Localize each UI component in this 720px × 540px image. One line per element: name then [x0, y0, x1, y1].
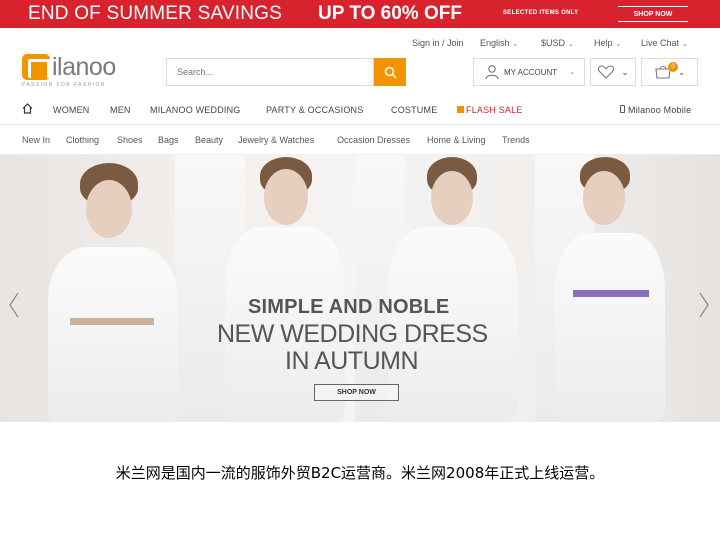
nav-item-party-occasions[interactable]: PARTY & OCCASIONS [266, 105, 363, 115]
nav-item-mobile[interactable]: Milanoo Mobile [620, 105, 691, 115]
signin-label: Sign in / Join [412, 38, 464, 48]
hero-subheadline-2: IN AUTUMN [285, 347, 419, 375]
home-icon [22, 103, 33, 114]
search-icon [384, 66, 397, 79]
logo-wordmark: ilanoo [52, 53, 116, 81]
chevron-down-icon: ⌄ [512, 41, 519, 48]
nav-divider [0, 124, 720, 125]
chevron-down-icon: ⌄ [568, 41, 574, 48]
gift-icon [457, 106, 464, 113]
chevron-left-icon [9, 292, 19, 318]
subnav-item-new-in[interactable]: New In [22, 135, 50, 145]
subnav-item-shoes[interactable]: Shoes [117, 135, 143, 145]
search-input[interactable] [166, 58, 374, 86]
cart-count-badge: 0 [668, 62, 678, 72]
chevron-down-icon: ⌄ [569, 69, 576, 76]
currency-select[interactable]: $USD ⌄ [541, 38, 574, 48]
promo-banner[interactable]: END OF SUMMER SAVINGS UP TO 60% OFF SELE… [0, 0, 720, 28]
search-button[interactable] [374, 58, 406, 86]
mobile-label: Milanoo Mobile [628, 105, 692, 115]
subnav-item-occasion-dresses[interactable]: Occasion Dresses [337, 135, 410, 145]
my-account-button[interactable]: MY ACCOUNT ⌄ [473, 58, 585, 86]
currency-label: $USD [541, 38, 566, 48]
live-chat-menu[interactable]: Live Chat ⌄ [641, 38, 688, 48]
language-label: English [480, 38, 510, 48]
chevron-down-icon: ⌄ [621, 66, 629, 77]
chevron-down-icon: ⌄ [615, 41, 622, 48]
nav-item-milanoo-wedding[interactable]: MILANOO WEDDING [150, 105, 241, 115]
language-select[interactable]: English ⌄ [480, 38, 518, 48]
subnav-item-home-living[interactable]: Home & Living [427, 135, 486, 145]
live-chat-label: Live Chat [641, 38, 680, 48]
hero-headline: SIMPLE AND NOBLE [248, 296, 450, 318]
promo-offer: UP TO 60% OFF [318, 3, 462, 24]
wishlist-button[interactable]: ⌄ [590, 58, 636, 86]
hero-subheadline: NEW WEDDING DRESS [217, 320, 488, 348]
nav-item-costume[interactable]: COSTUME [391, 105, 437, 115]
promo-shop-now-button[interactable]: SHOP NOW [618, 6, 688, 22]
nav-item-men[interactable]: MEN [110, 105, 131, 115]
help-menu[interactable]: Help ⌄ [594, 38, 621, 48]
carousel-prev-button[interactable] [6, 290, 22, 320]
user-icon [485, 65, 499, 80]
mobile-icon [620, 105, 625, 113]
subnav-item-jewelry-watches[interactable]: Jewelry & Watches [238, 135, 314, 145]
my-account-label: MY ACCOUNT [504, 67, 558, 77]
subnav-item-beauty[interactable]: Beauty [195, 135, 223, 145]
chevron-right-icon [699, 292, 709, 318]
promo-headline: END OF SUMMER SAVINGS [28, 3, 283, 24]
subnav-item-trends[interactable]: Trends [502, 135, 530, 145]
promo-note: SELECTED ITEMS ONLY [503, 10, 579, 16]
carousel-next-button[interactable] [696, 290, 712, 320]
caption-text: 米兰网是国内一流的服饰外贸B2C运营商。米兰网2008年正式上线运营。 [115, 464, 605, 482]
logo-m-icon [22, 54, 50, 80]
home-nav-button[interactable] [22, 103, 33, 116]
flash-sale-label: FLASH SALE [466, 105, 523, 115]
subnav-item-clothing[interactable]: Clothing [66, 135, 99, 145]
chevron-down-icon: ⌄ [682, 41, 688, 48]
hero-shop-now-button[interactable]: SHOP NOW [314, 384, 399, 401]
chevron-down-icon: ⌄ [677, 66, 686, 77]
subnav-item-bags[interactable]: Bags [158, 135, 179, 145]
nav-item-women[interactable]: WOMEN [53, 105, 90, 115]
logo-tagline: PASSION FOR FASHION [22, 82, 106, 88]
signin-link[interactable]: Sign in / Join [412, 38, 464, 48]
hero-banner[interactable] [0, 155, 720, 422]
milanoo-logo[interactable]: ilanoo PASSION FOR FASHION [22, 52, 134, 88]
help-label: Help [594, 38, 613, 48]
heart-icon [598, 65, 615, 79]
nav-item-flash-sale[interactable]: FLASH SALE [457, 105, 523, 115]
